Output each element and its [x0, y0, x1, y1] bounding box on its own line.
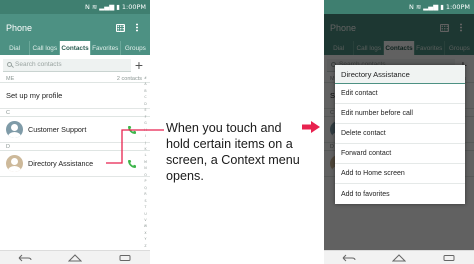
- recents-icon[interactable]: [440, 253, 458, 263]
- menu-item-add-to-home-screen[interactable]: Add to Home screen: [335, 164, 465, 184]
- battery-icon: ▮: [440, 3, 444, 11]
- menu-item-edit-contact[interactable]: Edit contact: [335, 84, 465, 104]
- menu-item-delete-contact[interactable]: Delete contact: [335, 124, 465, 144]
- status-time: 1:00PM: [445, 3, 470, 11]
- wifi-icon: ≋: [415, 3, 422, 11]
- status-bar: N ≋ ▂▄▆ ▮ 1:00PM: [324, 0, 474, 14]
- callout-text: When you touch and hold certain items on…: [166, 121, 300, 183]
- signal-icon: ▂▄▆: [423, 3, 439, 11]
- back-icon[interactable]: [340, 253, 358, 263]
- menu-item-edit-number-before-call[interactable]: Edit number before call: [335, 104, 465, 124]
- nfc-icon: N: [408, 3, 414, 11]
- menu-item-forward-contact[interactable]: Forward contact: [335, 144, 465, 164]
- context-menu: Directory Assistance Edit contact Edit n…: [335, 65, 465, 204]
- menu-item-add-to-favorites[interactable]: Add to favorites: [335, 184, 465, 204]
- pointer-arrow-icon: [302, 121, 320, 133]
- home-icon[interactable]: [390, 253, 408, 263]
- context-menu-title: Directory Assistance: [335, 65, 465, 84]
- nav-bar: [324, 250, 474, 264]
